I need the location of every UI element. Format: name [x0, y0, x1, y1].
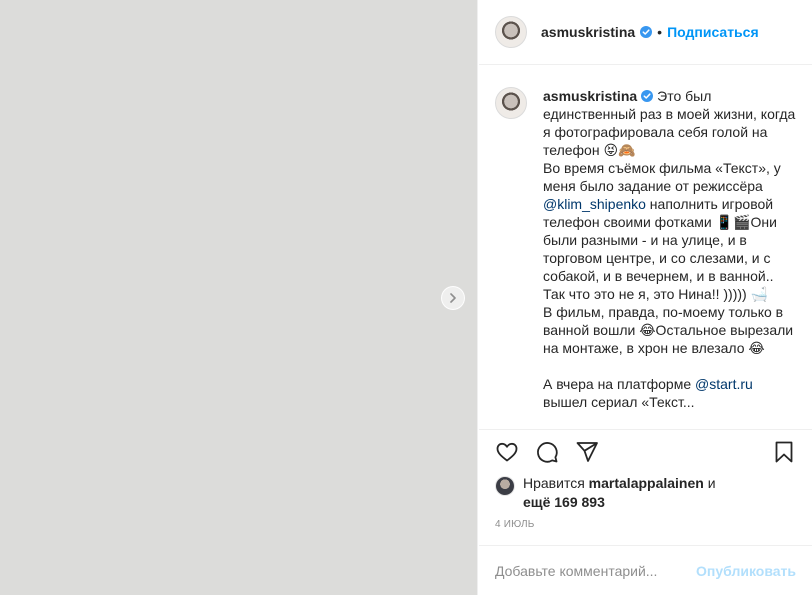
- likes-prefix: Нравится: [523, 475, 585, 491]
- header-username[interactable]: asmuskristina: [541, 24, 635, 40]
- bookmark-icon: [775, 441, 793, 463]
- caption-text-2: наполнить игровой телефон своими фотками…: [543, 196, 794, 392]
- liker-username[interactable]: martalappalainen: [589, 475, 704, 491]
- photo-placeholder: [0, 0, 477, 595]
- post-comment-button[interactable]: Опубликовать: [696, 563, 796, 579]
- caption-avatar[interactable]: [495, 87, 527, 119]
- mention-link-start-ru[interactable]: @start.ru: [695, 376, 753, 392]
- share-button[interactable]: [567, 432, 607, 472]
- heart-icon: [496, 442, 518, 462]
- chevron-right-icon: [450, 293, 456, 303]
- post-date[interactable]: 4 ИЮЛЬ: [495, 519, 535, 530]
- post-photo[interactable]: [0, 0, 478, 595]
- post-header: asmuskristina • Подписаться: [479, 0, 812, 65]
- action-bar: [479, 429, 812, 474]
- mention-link-klim-shipenko[interactable]: @klim_shipenko: [543, 196, 646, 212]
- comments-section[interactable]: asmuskristina Это был единственный раз в …: [479, 65, 812, 429]
- likes-joiner: и: [707, 475, 716, 491]
- liker-avatar[interactable]: [495, 476, 515, 496]
- follow-button[interactable]: Подписаться: [667, 24, 759, 40]
- likes-count[interactable]: ещё 169 893: [523, 494, 605, 510]
- comment-input[interactable]: [495, 562, 697, 579]
- verified-badge-icon: [641, 90, 654, 102]
- likes-text: Нравится martalappalainen и ещё 169 893: [523, 474, 716, 512]
- paper-plane-icon: [576, 442, 598, 462]
- comment-button[interactable]: [527, 432, 567, 472]
- verified-badge-icon: [640, 26, 653, 38]
- save-button[interactable]: [764, 432, 804, 472]
- avatar[interactable]: [495, 16, 527, 48]
- comment-bubble-icon: [537, 442, 558, 463]
- carousel-next-button[interactable]: [441, 286, 465, 310]
- header-separator: •: [657, 24, 663, 40]
- add-comment-bar: Опубликовать: [479, 545, 812, 595]
- caption-username[interactable]: asmuskristina: [543, 88, 637, 104]
- post-caption: asmuskristina Это был единственный раз в …: [543, 87, 796, 411]
- post-side-panel: asmuskristina • Подписаться asmuskristin…: [479, 0, 812, 595]
- likes-summary: Нравится martalappalainen и ещё 169 893: [495, 474, 800, 512]
- like-button[interactable]: [487, 432, 527, 472]
